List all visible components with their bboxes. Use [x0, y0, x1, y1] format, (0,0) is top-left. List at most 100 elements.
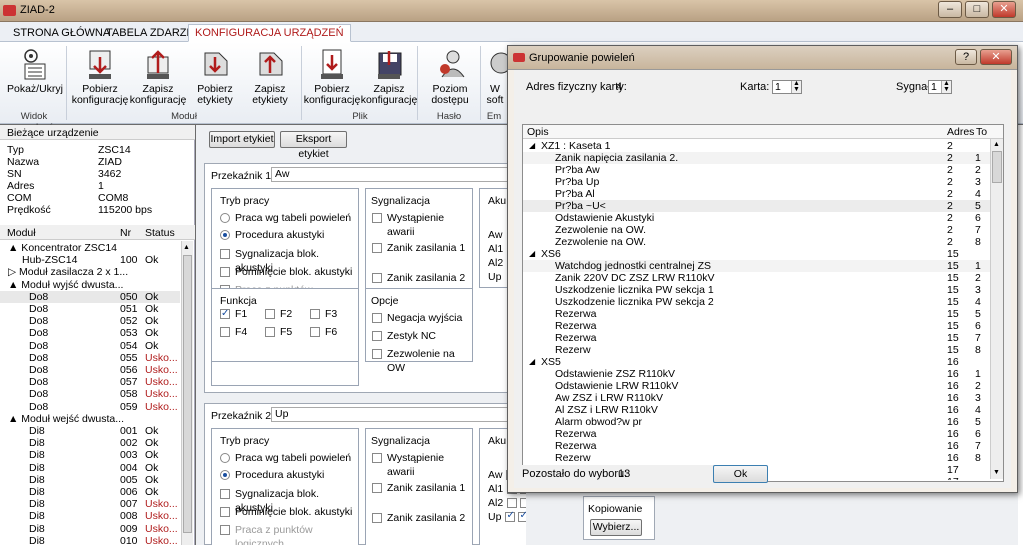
checkbox-icon[interactable] [310, 327, 320, 337]
sygnal-spinner[interactable]: 1 ▲ ▼ [928, 80, 952, 94]
option-checkbox[interactable]: F6 [310, 325, 337, 339]
checkbox-icon[interactable] [372, 331, 382, 341]
grid-row[interactable]: ◢ XS5 16 [523, 356, 990, 368]
grid-row[interactable]: Rezerw 15 8 [523, 344, 990, 356]
grid-scrollbar[interactable]: ▲ ▼ [990, 139, 1003, 479]
option-radio[interactable]: Praca wg tabeli powieleń [220, 451, 351, 465]
tree-row[interactable]: Di8 004 Ok [0, 462, 180, 474]
option-checkbox[interactable]: F4 [220, 325, 247, 339]
option-radio[interactable]: Praca wg tabeli powieleń [220, 211, 351, 225]
tree-row[interactable]: Di8 010 Usko... [0, 535, 180, 545]
col-adres[interactable]: Adres [947, 126, 974, 138]
radio-icon[interactable] [220, 230, 230, 240]
col-opis[interactable]: Opis [527, 126, 549, 138]
option-radio[interactable]: Procedura akustyki [220, 228, 324, 242]
tree-row[interactable]: Do8 058 Usko... [0, 388, 180, 400]
option-checkbox[interactable]: Sygnalizacja blok. akustyki [220, 247, 358, 274]
modules-scrollbar[interactable]: ▲ [181, 241, 193, 545]
grid-row[interactable]: Rezerwa 16 6 [523, 428, 990, 440]
tree-row[interactable]: ▷ Moduł zasilacza 2 x 1... [0, 266, 180, 278]
grid-row[interactable]: Pr?ba Up 2 3 [523, 176, 990, 188]
checkbox-icon[interactable] [265, 327, 275, 337]
save-config-button[interactable]: Zapisz konfigurację [129, 45, 187, 107]
relay-1-name-input[interactable]: Aw [271, 167, 521, 182]
wybierz-button[interactable]: Wybierz... [590, 519, 642, 536]
radio-icon[interactable] [220, 470, 230, 480]
grid-row[interactable]: Zezwolenie na OW. 2 7 [523, 224, 990, 236]
software-button[interactable]: W soft [483, 45, 507, 107]
grid-row[interactable]: Alarm obwod?w pr 16 5 [523, 416, 990, 428]
grid-row[interactable]: ◢ XS6 15 [523, 248, 990, 260]
import-labels-button[interactable]: Import etykiet [209, 131, 275, 148]
radio-icon[interactable] [220, 213, 230, 223]
tree-row[interactable]: Do8 057 Usko... [0, 376, 180, 388]
scroll-down-icon[interactable]: ▼ [993, 469, 1000, 476]
option-checkbox[interactable]: Sygnalizacja blok. akustyki [220, 487, 358, 514]
checkbox-icon[interactable] [372, 483, 382, 493]
grid-row[interactable]: Rezerw 16 8 [523, 452, 990, 464]
grid-row[interactable]: Uszkodzenie licznika PW sekcja 2 15 4 [523, 296, 990, 308]
checkbox-icon[interactable] [220, 327, 230, 337]
option-checkbox[interactable]: Zezwolenie na OW [372, 347, 472, 374]
tree-row[interactable]: Do8 050 Ok [0, 290, 180, 303]
checkbox-icon[interactable] [372, 273, 382, 283]
grid-row[interactable]: Aw ZSZ i LRW R110kV 16 3 [523, 392, 990, 404]
checkbox-icon[interactable] [372, 213, 382, 223]
tree-row[interactable]: Do8 054 Ok [0, 340, 180, 352]
download-file-config-button[interactable]: Pobierz konfigurację [303, 45, 361, 107]
grid-row[interactable]: Odstawienie ZSZ R110kV 16 1 [523, 368, 990, 380]
option-checkbox[interactable]: F2 [265, 307, 292, 321]
dialog-help-button[interactable]: ? [955, 49, 977, 65]
tree-row[interactable]: Di8 003 Ok [0, 449, 180, 461]
tree-row[interactable]: Di8 001 Ok [0, 425, 180, 437]
tree-row[interactable]: Di8 005 Ok [0, 474, 180, 486]
minimize-button[interactable]: – [938, 1, 962, 18]
close-button[interactable]: ✕ [992, 1, 1016, 18]
maximize-button[interactable]: □ [965, 1, 989, 18]
grid-row[interactable]: ◢ XZ1 : Kaseta 1 2 [523, 140, 990, 152]
export-labels-button[interactable]: Eksport etykiet [280, 131, 347, 160]
grid-row[interactable]: Zezwolenie na OW. 2 8 [523, 236, 990, 248]
checkbox-icon[interactable] [372, 453, 382, 463]
col-status[interactable]: Status [145, 227, 175, 239]
ok-button[interactable]: Ok [713, 465, 768, 483]
col-to[interactable]: To [976, 126, 990, 138]
option-checkbox[interactable]: Zanik zasilania 1 [372, 241, 465, 255]
col-modul[interactable]: Moduł [7, 227, 36, 239]
relay-2-name-input[interactable]: Up [271, 407, 521, 422]
grid-row[interactable]: Odstawienie LRW R110kV 16 2 [523, 380, 990, 392]
option-checkbox[interactable]: Zestyk NC [372, 329, 436, 343]
checkbox-icon[interactable] [265, 309, 275, 319]
tree-row[interactable]: Di8 009 Usko... [0, 523, 180, 535]
option-checkbox[interactable]: Zanik zasilania 1 [372, 481, 465, 495]
checkbox-icon[interactable] [372, 513, 382, 523]
tree-row[interactable]: Do8 051 Ok [0, 303, 180, 315]
checkbox-icon[interactable] [220, 267, 230, 277]
checkbox-icon[interactable] [505, 510, 516, 523]
tree-row[interactable]: Do8 052 Ok [0, 315, 180, 327]
spinner-arrows-icon[interactable]: ▲ ▼ [941, 80, 951, 93]
checkbox-icon[interactable] [372, 313, 382, 323]
radio-icon[interactable] [220, 453, 230, 463]
spinner-arrows-icon[interactable]: ▲ ▼ [791, 80, 801, 93]
scroll-up-icon[interactable]: ▲ [993, 141, 1000, 148]
col-nr[interactable]: Nr [120, 227, 131, 239]
grid-row[interactable]: Rezerwa 15 5 [523, 308, 990, 320]
save-file-config-button[interactable]: Zapisz konfigurację [360, 45, 418, 107]
grid-row[interactable]: Uszkodzenie licznika PW sekcja 1 15 3 [523, 284, 990, 296]
scrollbar-thumb[interactable] [992, 151, 1002, 183]
tree-row[interactable]: Do8 059 Usko... [0, 401, 180, 413]
option-checkbox[interactable]: Zanik zasilania 2 [372, 271, 465, 285]
tree-row[interactable]: ▲ Koncentrator ZSC14 [0, 242, 180, 254]
option-checkbox[interactable]: F1 [220, 307, 247, 321]
scrollbar-thumb[interactable] [183, 255, 192, 533]
expand-arrow-icon[interactable]: ◢ [529, 356, 535, 368]
grid-row[interactable]: Rezerwa 16 7 [523, 440, 990, 452]
checkbox-icon[interactable] [220, 307, 230, 321]
grid-row[interactable]: Pr?ba Al 2 4 [523, 188, 990, 200]
scroll-up-icon[interactable]: ▲ [183, 244, 192, 251]
tree-row[interactable]: Do8 056 Usko... [0, 364, 180, 376]
grid-row[interactable]: Zanik 220V DC ZSZ LRW R110kV 15 2 [523, 272, 990, 284]
show-hide-button[interactable]: Pokaż/Ukryj [6, 45, 64, 107]
option-radio[interactable]: Procedura akustyki [220, 468, 324, 482]
